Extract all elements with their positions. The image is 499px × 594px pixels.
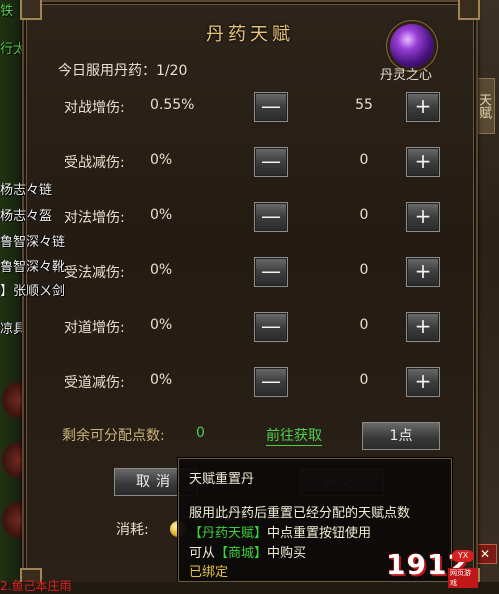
talent-label: 对道增伤: <box>64 320 125 336</box>
talent-label: 对法增伤: <box>64 210 125 226</box>
bottom-chat-text: 2.鱼己本庄雨 <box>0 579 72 593</box>
consume-label: 消耗: <box>116 522 149 538</box>
tooltip-link-shop: 【商城】 <box>215 546 268 561</box>
side-name: 鲁智深々链 <box>0 235 66 250</box>
talent-points: 0 <box>359 152 369 168</box>
increase-button[interactable]: + <box>406 92 440 122</box>
talent-row: 对法增伤: 0% — 0 + <box>64 201 444 233</box>
tooltip-usage-text: 中点重置按钮使用 <box>267 526 372 541</box>
side-name: 】张顺ㄨ剑 <box>0 284 66 299</box>
panel-corner <box>458 0 480 20</box>
side-name: 杨志々盔 <box>0 209 53 224</box>
remaining-points-value: 0 <box>196 425 205 441</box>
talent-value: 0% <box>150 317 173 333</box>
decrease-button[interactable]: — <box>254 257 288 287</box>
goto-obtain-link[interactable]: 前往获取 <box>266 425 322 446</box>
logo-subtitle: 网页游戏 <box>448 568 478 588</box>
decrease-button[interactable]: — <box>254 147 288 177</box>
talent-value: 0% <box>150 152 173 168</box>
talent-row: 受法减伤: 0% — 0 + <box>64 256 444 288</box>
panel-corner <box>20 0 42 20</box>
talent-value: 0% <box>150 262 173 278</box>
daily-usage: 今日服用丹药：1/20 <box>58 60 187 80</box>
talent-points: 0 <box>359 262 369 278</box>
talent-label: 受法减伤: <box>64 265 125 281</box>
talent-label: 受道减伤: <box>64 375 125 391</box>
orb-label: 丹灵之心 <box>380 68 433 83</box>
talent-points: 0 <box>359 372 369 388</box>
tooltip-source: 可从【商城】中购买 <box>189 542 306 561</box>
talent-label: 对战增伤: <box>64 100 125 116</box>
decrease-button[interactable]: — <box>254 367 288 397</box>
talent-label: 受战减伤: <box>64 155 125 171</box>
daily-usage-label: 今日服用丹药： <box>58 63 156 79</box>
spirit-orb-icon[interactable] <box>390 24 434 68</box>
tooltip-source-prefix: 可从 <box>189 546 216 561</box>
tooltip-usage: 【丹药天赋】中点重置按钮使用 <box>189 522 371 541</box>
talent-row: 对道增伤: 0% — 0 + <box>64 311 444 343</box>
increase-button[interactable]: + <box>406 257 440 287</box>
side-name: 杨志々链 <box>0 183 53 198</box>
tooltip-link-talent: 【丹药天赋】 <box>189 526 268 541</box>
logo-badge: YX <box>452 550 474 562</box>
talent-value: 0% <box>150 372 173 388</box>
decrease-button[interactable]: — <box>254 92 288 122</box>
site-logo: 1912 YX 网页游戏 <box>386 548 478 588</box>
increase-button[interactable]: + <box>406 147 440 177</box>
talent-points: 55 <box>355 97 373 113</box>
talent-row: 对战增伤: 0.55% — 55 + <box>64 91 444 123</box>
talent-value: 0.55% <box>150 97 195 113</box>
tooltip-item-name: 天赋重置丹 <box>189 472 255 487</box>
tooltip-source-suffix: 中购买 <box>267 546 307 561</box>
increase-button[interactable]: + <box>406 202 440 232</box>
increase-button[interactable]: + <box>406 367 440 397</box>
talent-value: 0% <box>150 207 173 223</box>
increase-button[interactable]: + <box>406 312 440 342</box>
talent-row: 受道减伤: 0% — 0 + <box>64 366 444 398</box>
daily-usage-value: 1/20 <box>156 63 188 79</box>
talent-points: 0 <box>359 317 369 333</box>
side-fragment: 铁 <box>0 4 14 19</box>
tooltip-description: 服用此丹药后重置已经分配的天赋点数 <box>189 506 411 521</box>
talent-points: 0 <box>359 207 369 223</box>
talent-row: 受战减伤: 0% — 0 + <box>64 146 444 178</box>
decrease-button[interactable]: — <box>254 312 288 342</box>
tooltip-bound-status: 已绑定 <box>189 565 229 580</box>
decrease-button[interactable]: — <box>254 202 288 232</box>
point-step-button[interactable]: 1点 <box>362 422 440 450</box>
side-name: 鲁智深々靴 <box>0 260 66 275</box>
remaining-points-label: 剩余可分配点数: <box>62 428 165 444</box>
